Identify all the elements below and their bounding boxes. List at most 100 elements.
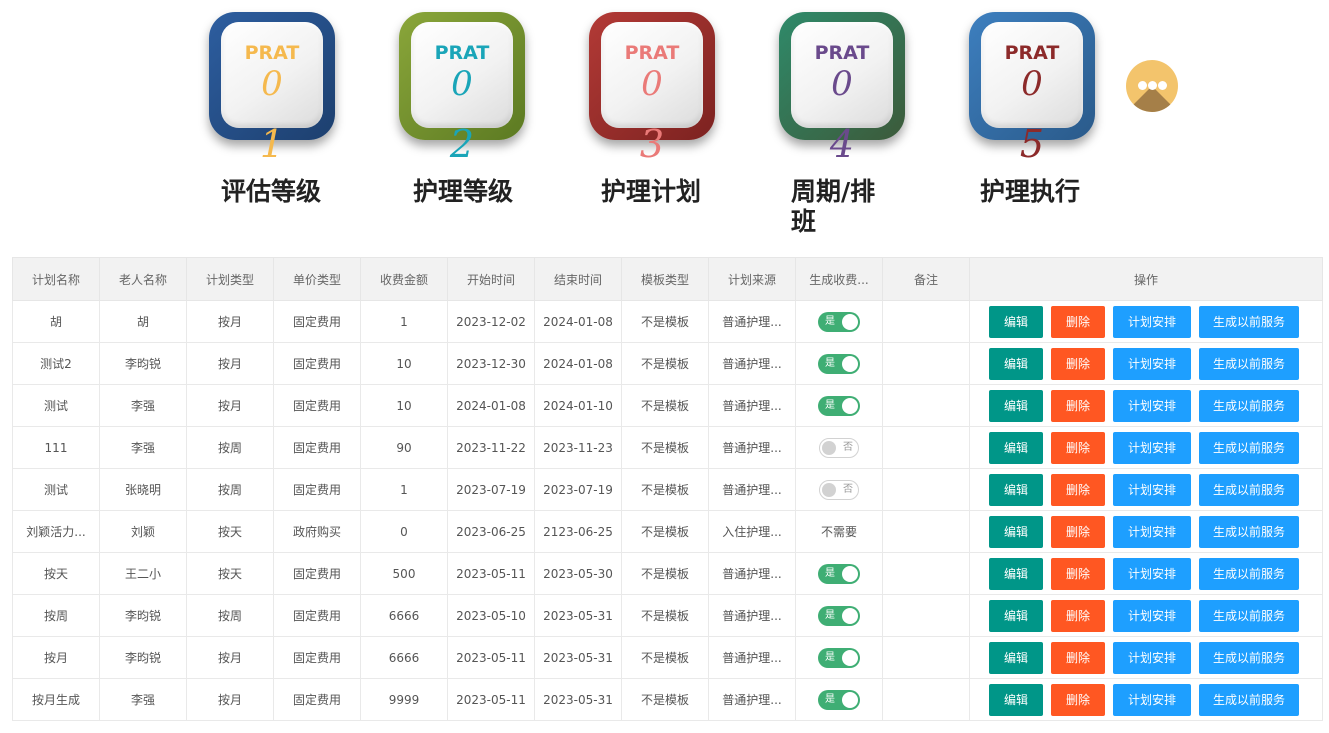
edit-button[interactable]: 编辑 [989,389,1043,422]
step-care-level[interactable]: PRAT 0 2 护理等级 [397,12,527,206]
step-1-tile[interactable]: PRAT 0 [209,12,335,140]
cell-end-time: 2024-01-10 [534,384,622,427]
cell-end-time: 2123-06-25 [534,510,622,553]
cell-end-time: 2023-05-31 [534,636,622,679]
step-care-execution[interactable]: PRAT 0 5 护理执行 [967,12,1097,206]
cell-price-type: 固定费用 [273,594,361,637]
zero-text: 0 [261,64,283,104]
toggle-knob [842,649,858,666]
process-steps: PRAT 0 1 评估等级 PRAT 0 2 护理等级 PRAT 0 3 护理计… [0,0,1329,250]
header-template-type: 模板类型 [621,257,709,301]
toggle-knob [842,397,858,414]
toggle-label: 否 [843,483,853,495]
delete-button[interactable]: 删除 [1051,473,1105,506]
delete-button[interactable]: 删除 [1051,641,1105,674]
plan-schedule-button[interactable]: 计划安排 [1113,305,1191,338]
cell-elder-name: 刘颖 [99,510,187,553]
generate-past-services-button[interactable]: 生成以前服务 [1199,683,1299,716]
plan-schedule-button[interactable]: 计划安排 [1113,347,1191,380]
step-assessment-level[interactable]: PRAT 0 1 评估等级 [207,12,337,206]
generate-past-services-button[interactable]: 生成以前服务 [1199,347,1299,380]
cell-template-type: 不是模板 [621,384,709,427]
step-3-tile[interactable]: PRAT 0 [589,12,715,140]
plan-schedule-button[interactable]: 计划安排 [1113,557,1191,590]
generate-past-services-button[interactable]: 生成以前服务 [1199,389,1299,422]
delete-button[interactable]: 删除 [1051,515,1105,548]
generate-past-services-button[interactable]: 生成以前服务 [1199,473,1299,506]
cell-template-type: 不是模板 [621,594,709,637]
delete-button[interactable]: 删除 [1051,557,1105,590]
edit-button[interactable]: 编辑 [989,473,1043,506]
cell-template-type: 不是模板 [621,342,709,385]
cell-elder-name: 李强 [99,678,187,721]
delete-button[interactable]: 删除 [1051,389,1105,422]
plan-schedule-button[interactable]: 计划安排 [1113,515,1191,548]
cell-plan-type: 按周 [186,426,274,469]
generate-past-services-button[interactable]: 生成以前服务 [1199,431,1299,464]
edit-button[interactable]: 编辑 [989,305,1043,338]
prat-text: PRAT [814,42,870,64]
edit-button[interactable]: 编辑 [989,599,1043,632]
step-cycle-schedule[interactable]: PRAT 0 4 周期/排班 [777,12,907,236]
cell-price-type: 固定费用 [273,300,361,343]
charge-toggle[interactable]: 是 [818,311,860,332]
cell-plan-name: 111 [12,426,100,469]
cell-actions: 编辑 删除 计划安排 生成以前服务 [969,426,1323,469]
table-row: 胡胡按月 固定费用 1 2023-12-02 2024-01-08 不是模板 普通护理...… [12,300,1323,343]
charge-toggle[interactable]: 是 [818,605,860,626]
cell-price-type: 固定费用 [273,636,361,679]
cell-price-type: 固定费用 [273,342,361,385]
cell-template-type: 不是模板 [621,510,709,553]
delete-button[interactable]: 删除 [1051,347,1105,380]
delete-button[interactable]: 删除 [1051,305,1105,338]
cell-plan-source: 普通护理... [708,678,796,721]
plan-schedule-button[interactable]: 计划安排 [1113,683,1191,716]
cell-end-time: 2023-05-30 [534,552,622,595]
delete-button[interactable]: 删除 [1051,431,1105,464]
charge-toggle[interactable]: 是 [818,563,860,584]
delete-button[interactable]: 删除 [1051,683,1105,716]
plan-schedule-button[interactable]: 计划安排 [1113,431,1191,464]
edit-button[interactable]: 编辑 [989,347,1043,380]
edit-button[interactable]: 编辑 [989,431,1043,464]
plan-schedule-button[interactable]: 计划安排 [1113,389,1191,422]
charge-toggle[interactable]: 是 [818,647,860,668]
edit-button[interactable]: 编辑 [989,683,1043,716]
plan-schedule-button[interactable]: 计划安排 [1113,473,1191,506]
edit-button[interactable]: 编辑 [989,515,1043,548]
cell-actions: 编辑 删除 计划安排 生成以前服务 [969,636,1323,679]
charge-toggle[interactable]: 否 [819,479,859,500]
step-5-tile[interactable]: PRAT 0 [969,12,1095,140]
cell-start-time: 2023-12-02 [447,300,535,343]
edit-button[interactable]: 编辑 [989,557,1043,590]
edit-button[interactable]: 编辑 [989,641,1043,674]
cell-elder-name: 李昀锐 [99,594,187,637]
plan-schedule-button[interactable]: 计划安排 [1113,641,1191,674]
delete-button[interactable]: 删除 [1051,599,1105,632]
plan-schedule-button[interactable]: 计划安排 [1113,599,1191,632]
cell-plan-source: 普通护理... [708,426,796,469]
generate-past-services-button[interactable]: 生成以前服务 [1199,599,1299,632]
step-care-plan[interactable]: PRAT 0 3 护理计划 [587,12,717,206]
step-4-tile[interactable]: PRAT 0 [779,12,905,140]
header-plan-name: 计划名称 [12,257,100,301]
step-2-tile[interactable]: PRAT 0 [399,12,525,140]
charge-toggle[interactable]: 是 [818,689,860,710]
cell-note [882,342,970,385]
generate-past-services-button[interactable]: 生成以前服务 [1199,641,1299,674]
cell-start-time: 2023-11-22 [447,426,535,469]
cell-plan-name: 按月 [12,636,100,679]
more-dots-icon[interactable] [1126,60,1178,112]
charge-toggle[interactable]: 是 [818,395,860,416]
generate-past-services-button[interactable]: 生成以前服务 [1199,515,1299,548]
cell-start-time: 2023-05-11 [447,552,535,595]
charge-toggle[interactable]: 否 [819,437,859,458]
cell-note [882,594,970,637]
charge-toggle[interactable]: 是 [818,353,860,374]
generate-past-services-button[interactable]: 生成以前服务 [1199,557,1299,590]
cell-amount: 1 [360,468,448,511]
generate-past-services-button[interactable]: 生成以前服务 [1199,305,1299,338]
cell-elder-name: 张晓明 [99,468,187,511]
cell-actions: 编辑 删除 计划安排 生成以前服务 [969,552,1323,595]
cell-price-type: 固定费用 [273,468,361,511]
